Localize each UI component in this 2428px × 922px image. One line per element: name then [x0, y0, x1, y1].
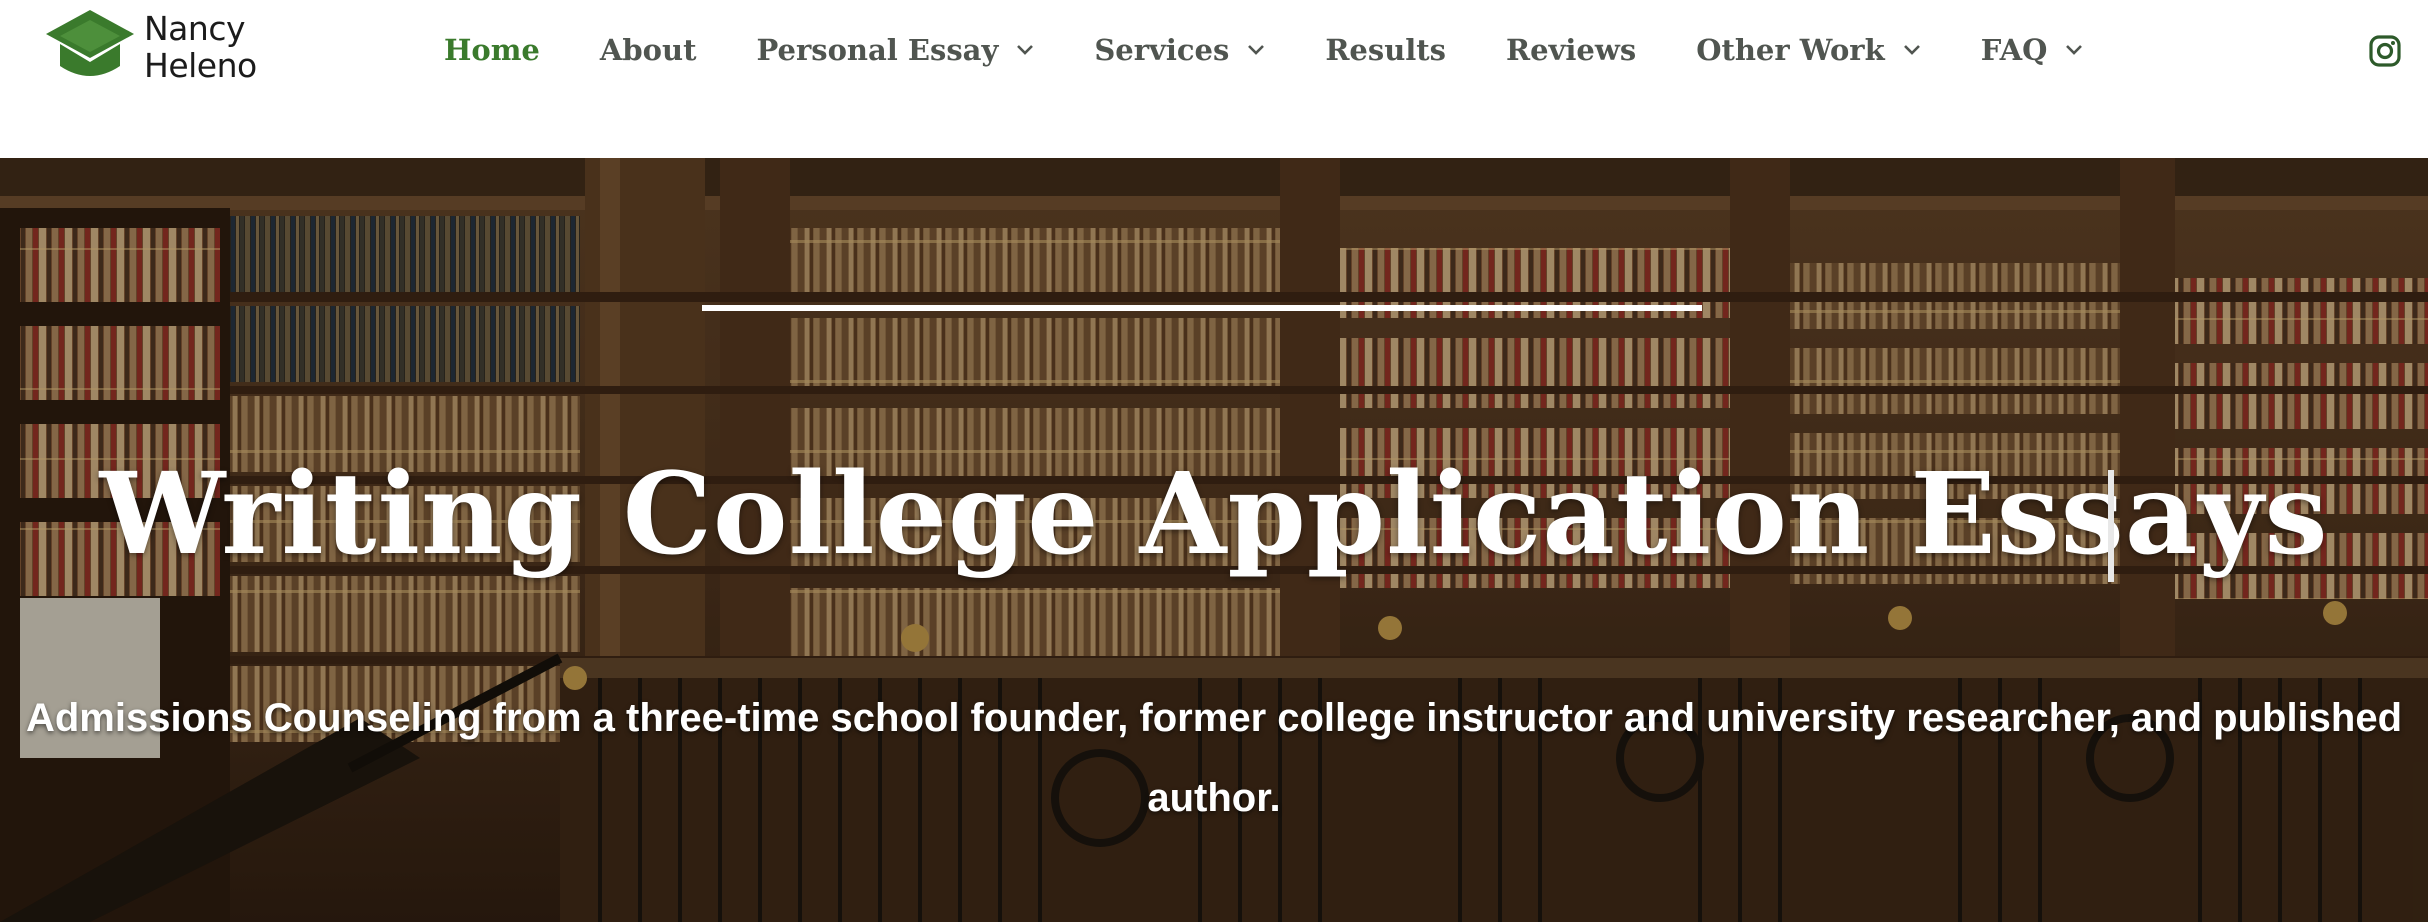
hero-title: Writing College Application Essays	[99, 449, 2329, 580]
nav-item-label: Other Work	[1696, 33, 1885, 67]
main-nav: Home About Personal Essay Services Resul…	[444, 20, 2143, 80]
instagram-icon[interactable]	[2368, 34, 2402, 68]
nav-item-reviews[interactable]: Reviews	[1506, 33, 1636, 67]
graduation-cap-icon	[46, 10, 134, 76]
hero-subtitle-line2: author.	[1147, 776, 1281, 820]
chevron-down-icon	[1017, 45, 1034, 55]
nav-item-label: About	[599, 33, 697, 67]
nav-item-label: Home	[444, 33, 540, 67]
nav-item-services[interactable]: Services	[1094, 33, 1265, 67]
nav-item-personal-essay[interactable]: Personal Essay	[757, 33, 1035, 67]
site-logo[interactable]: Nancy Heleno	[44, 6, 274, 88]
hero-subtitle: Admissions Counseling from a three-time …	[0, 678, 2428, 838]
hero-divider	[702, 305, 1702, 311]
nav-item-label: FAQ	[1980, 33, 2048, 67]
nav-item-faq[interactable]: FAQ	[1981, 33, 2084, 67]
nav-item-label: Services	[1094, 33, 1230, 67]
logo-last-name: Heleno	[144, 46, 257, 85]
nav-item-results[interactable]: Results	[1325, 33, 1446, 67]
hero-subtitle-line1: Admissions Counseling from a three-time …	[25, 696, 2403, 740]
nav-item-label: Reviews	[1506, 33, 1637, 67]
hero-section: Writing College Application Essays Admis…	[0, 158, 2428, 922]
nav-item-label: Results	[1325, 33, 1447, 67]
logo-first-name: Nancy	[144, 9, 245, 48]
chevron-down-icon	[2066, 45, 2083, 55]
nav-item-label: Personal Essay	[756, 33, 999, 67]
typing-cursor	[2108, 470, 2114, 582]
chevron-down-icon	[1903, 45, 1920, 55]
logo-wordmark: Nancy Heleno	[144, 10, 257, 84]
nav-item-other-work[interactable]: Other Work	[1696, 33, 1921, 67]
site-header: Nancy Heleno Home About Personal Essay S…	[0, 0, 2428, 158]
chevron-down-icon	[1248, 45, 1265, 55]
nav-item-about[interactable]: About	[600, 33, 697, 67]
nav-item-home[interactable]: Home	[444, 33, 540, 67]
